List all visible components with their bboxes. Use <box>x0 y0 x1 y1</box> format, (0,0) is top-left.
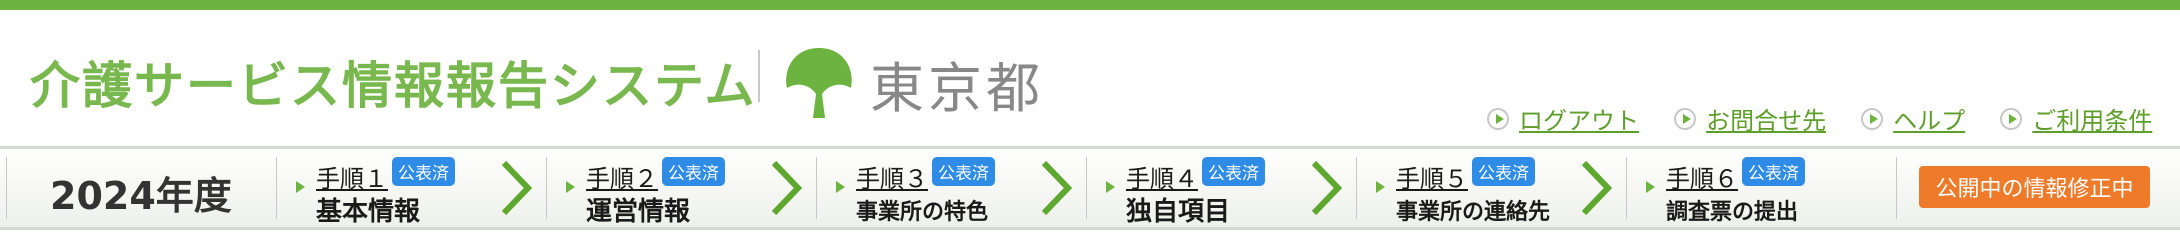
status-badge: 公表済 <box>662 157 725 186</box>
fiscal-year: 2024年度 <box>50 174 232 218</box>
logout-link-label: ログアウト <box>1519 107 1639 135</box>
step-label: 運営情報 <box>586 197 691 227</box>
step-5-contact-info[interactable]: 手順５ 公表済 事業所の連絡先 <box>1376 149 1576 227</box>
status-badge: 公表済 <box>1202 157 1265 186</box>
system-title[interactable]: 介護サービス情報報告システム <box>30 46 757 118</box>
step-number[interactable]: 手順２ <box>586 159 658 194</box>
step-divider <box>546 157 547 219</box>
triangle-bullet-icon <box>1106 181 1115 193</box>
step-2-operation-info[interactable]: 手順２ 公表済 運営情報 <box>566 149 766 227</box>
municipality-name: 東京都 <box>870 57 1044 120</box>
circle-arrow-icon <box>2000 107 2023 130</box>
header: 介護サービス情報報告システム 東京都 ログアウト お問合せ先 ヘルプ ご利用条件 <box>0 10 2180 145</box>
step-6-survey-submission[interactable]: 手順６ 公表済 調査票の提出 <box>1646 149 1846 227</box>
chevron-right-icon <box>1041 160 1073 216</box>
triangle-bullet-icon <box>836 181 845 193</box>
circle-arrow-icon <box>1487 107 1509 130</box>
status-badge: 公表済 <box>932 157 995 186</box>
help-link[interactable]: ヘルプ <box>1861 101 1965 136</box>
step-divider <box>276 157 277 219</box>
circle-arrow-icon <box>1861 107 1884 130</box>
triangle-bullet-icon <box>296 181 305 193</box>
nav-divider <box>6 157 7 219</box>
step-divider <box>1356 157 1357 219</box>
step-navigation-bar: 2024年度 手順１ 公表済 基本情報 手順２ 公表済 運営情報 手順３ 公表済… <box>0 146 2180 230</box>
step-3-features[interactable]: 手順３ 公表済 事業所の特色 <box>836 149 1036 227</box>
step-1-basic-info[interactable]: 手順１ 公表済 基本情報 <box>296 149 496 227</box>
step-label: 事業所の特色 <box>856 200 989 225</box>
contact-link[interactable]: お問合せ先 <box>1674 101 1826 136</box>
step-number[interactable]: 手順４ <box>1126 159 1198 194</box>
triangle-bullet-icon <box>1376 181 1385 193</box>
chevron-right-icon <box>771 160 803 216</box>
step-divider <box>1896 157 1897 219</box>
chevron-right-icon <box>1311 160 1343 216</box>
utility-links: ログアウト お問合せ先 ヘルプ ご利用条件 <box>1487 101 2152 136</box>
status-badge: 公表済 <box>1472 157 1535 186</box>
published-info-editing-button[interactable]: 公開中の情報修正中 <box>1919 166 2150 208</box>
step-number[interactable]: 手順１ <box>316 159 388 194</box>
step-number[interactable]: 手順６ <box>1666 159 1738 194</box>
step-divider <box>1086 157 1087 219</box>
step-number[interactable]: 手順５ <box>1396 159 1468 194</box>
step-number[interactable]: 手順３ <box>856 159 928 194</box>
tokyo-ginkgo-logo-icon <box>786 48 852 118</box>
step-label: 事業所の連絡先 <box>1396 200 1551 225</box>
step-4-custom-items[interactable]: 手順４ 公表済 独自項目 <box>1106 149 1306 227</box>
status-badge: 公表済 <box>392 157 455 186</box>
logout-link[interactable]: ログアウト <box>1487 101 1639 136</box>
terms-link[interactable]: ご利用条件 <box>2000 101 2152 136</box>
title-divider <box>758 50 760 102</box>
triangle-bullet-icon <box>566 181 575 193</box>
triangle-bullet-icon <box>1646 181 1655 193</box>
step-divider <box>1626 157 1627 219</box>
help-link-label: ヘルプ <box>1893 107 1966 135</box>
step-label: 基本情報 <box>316 197 421 227</box>
chevron-right-icon <box>501 160 533 216</box>
terms-link-label: ご利用条件 <box>2032 107 2153 135</box>
top-accent-stripe <box>0 0 2180 10</box>
step-label: 独自項目 <box>1126 197 1231 227</box>
status-badge: 公表済 <box>1742 157 1805 186</box>
step-label: 調査票の提出 <box>1666 200 1799 225</box>
contact-link-label: お問合せ先 <box>1706 107 1827 135</box>
step-divider <box>816 157 817 219</box>
circle-arrow-icon <box>1674 107 1697 130</box>
chevron-right-icon <box>1581 160 1613 216</box>
